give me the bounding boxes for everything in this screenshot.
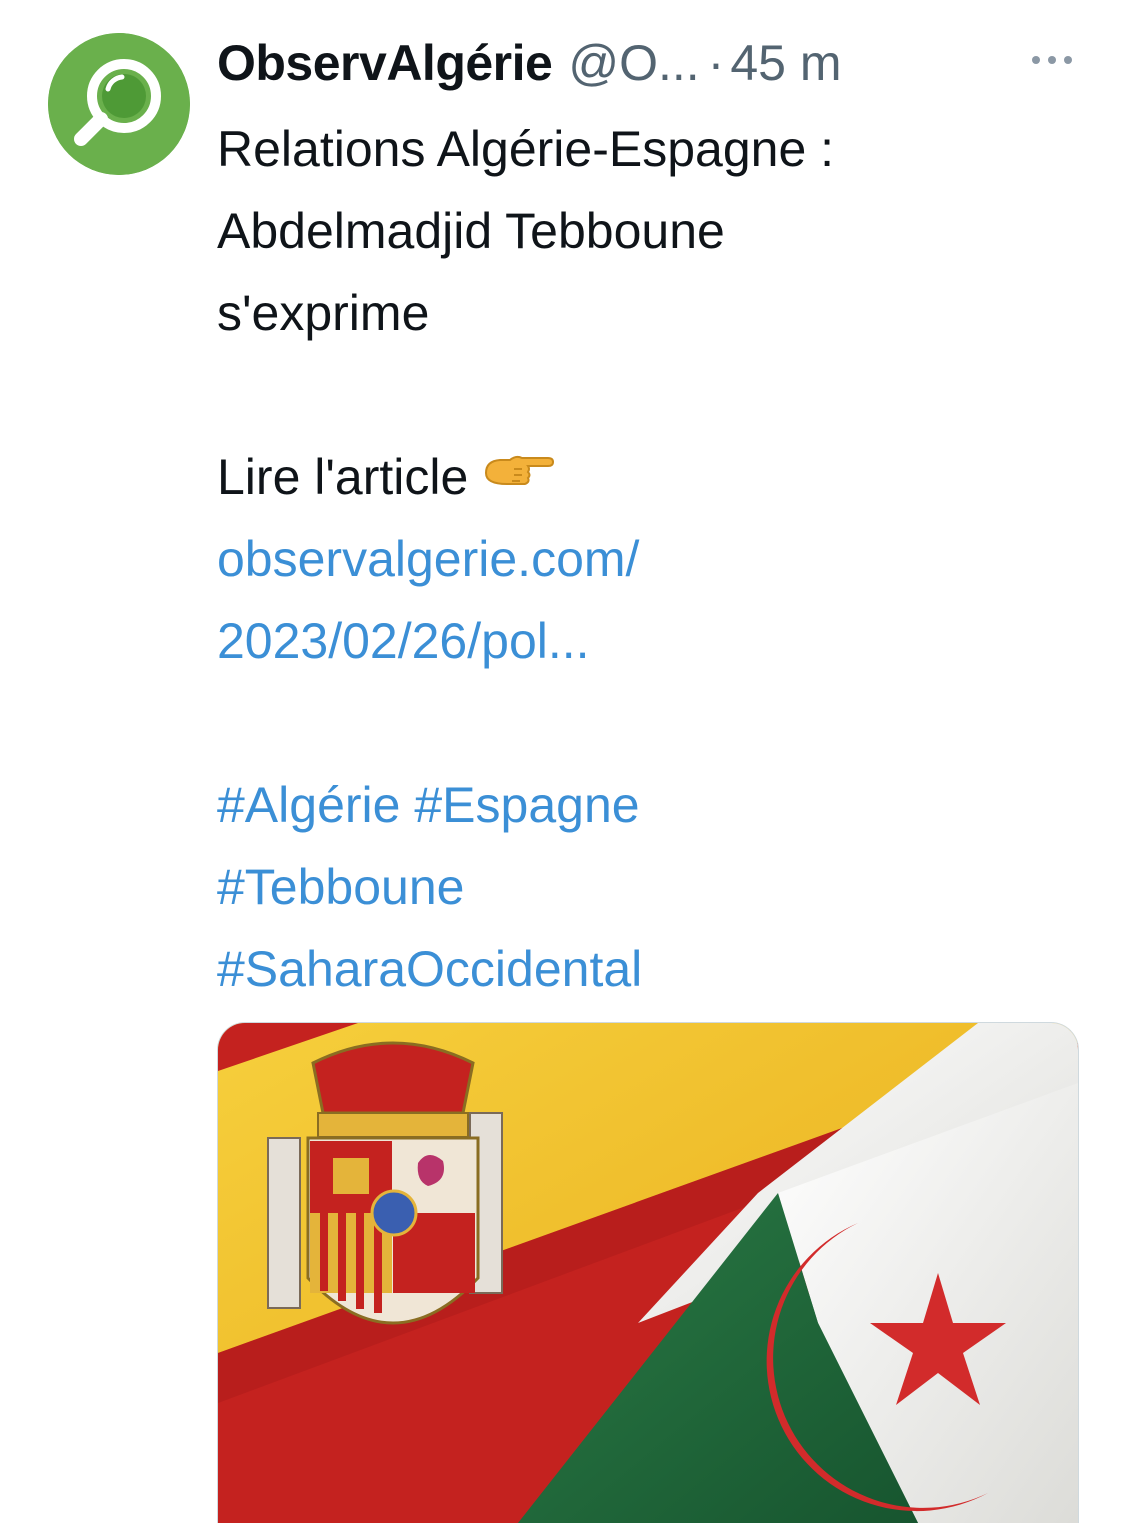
timestamp[interactable]: 45 m [730, 34, 841, 92]
read-article-line: Lire l'article [217, 436, 1077, 518]
tweet-text-line: Abdelmadjid Tebboune [217, 203, 725, 259]
author-name[interactable]: ObservAlgérie [217, 34, 553, 92]
tweet-text-line: s'exprime [217, 285, 430, 341]
dot-separator: · [707, 35, 725, 91]
author-handle[interactable]: @O... [568, 34, 699, 92]
tweet-header: ObservAlgérie @O... · 45 m [217, 30, 841, 96]
backhand-index-pointing-right-icon [482, 435, 555, 517]
hashtag-sahara-occidental[interactable]: #SaharaOccidental [217, 928, 1077, 1010]
hashtag-tebboune[interactable]: #Tebboune [217, 846, 1077, 928]
more-horizontal-icon[interactable] [1028, 50, 1076, 70]
article-link[interactable]: observalgerie.com/ [217, 518, 1077, 600]
tweet[interactable]: ObservAlgérie @O... · 45 m Relations Alg… [0, 0, 1125, 1523]
hashtag-espagne[interactable]: #Espagne [414, 777, 639, 833]
tweet-text-line: Relations Algérie-Espagne : [217, 121, 835, 177]
hashtag-line: #Algérie #Espagne [217, 764, 1077, 846]
spain-algeria-flags-image [218, 1023, 1078, 1523]
magnifier-logo-icon [48, 33, 190, 175]
hashtag-algerie[interactable]: #Algérie [217, 777, 400, 833]
article-link[interactable]: 2023/02/26/pol... [217, 600, 1077, 682]
tweet-text: Relations Algérie-Espagne : Abdelmadjid … [217, 108, 1077, 1010]
link-card-image[interactable] [217, 1022, 1079, 1523]
read-article-label: Lire l'article [217, 449, 469, 505]
author-avatar[interactable] [48, 33, 190, 175]
